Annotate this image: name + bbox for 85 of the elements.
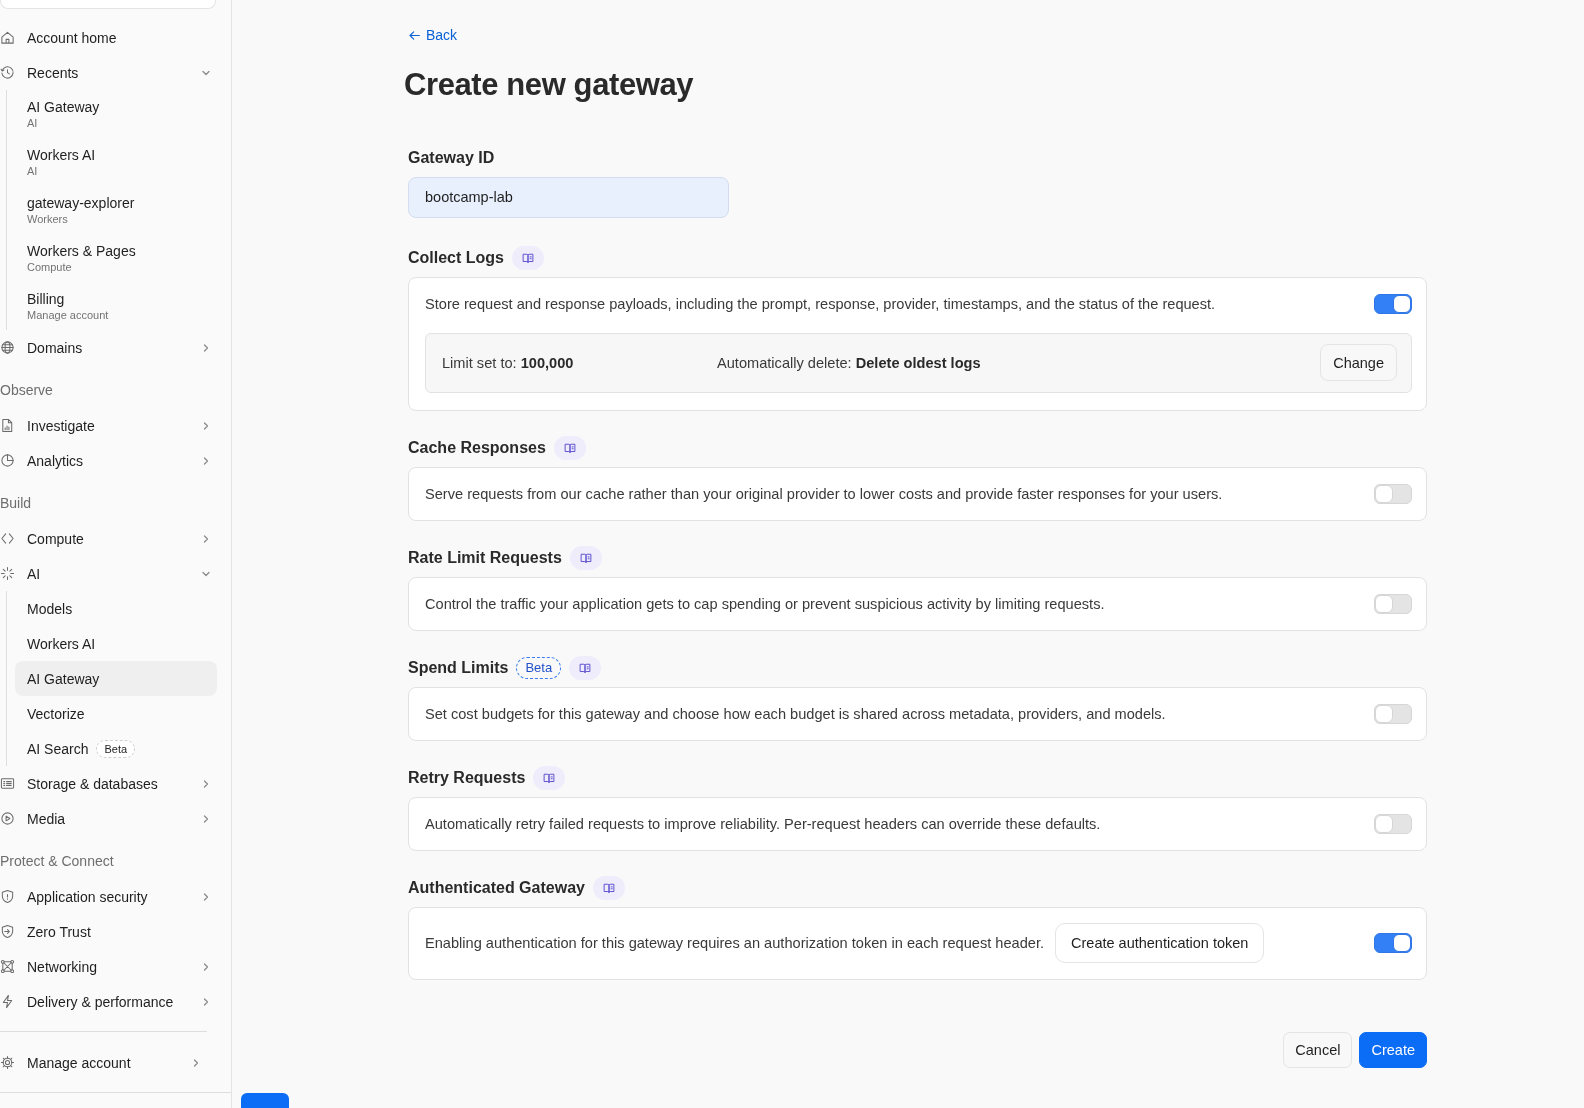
nav-item[interactable]: Workers AI <box>15 626 217 661</box>
book-icon[interactable] <box>569 655 602 680</box>
nav-item[interactable]: Investigate <box>0 408 217 443</box>
nav-item[interactable]: Compute <box>0 521 217 556</box>
nav-item[interactable]: Manage account <box>0 1045 207 1080</box>
setting-description: Store request and response payloads, including the prompt, response, provider, timestamps, and the status of the request. <box>425 294 1216 314</box>
chevron-right-icon[interactable] <box>201 420 211 431</box>
section-title: Retry Requests <box>408 767 526 788</box>
shield-icon <box>0 889 15 904</box>
change-button[interactable]: Change <box>1320 344 1397 381</box>
nav-item[interactable]: Storage & databases <box>0 766 217 801</box>
book-icon[interactable] <box>569 545 602 570</box>
chevron-right-icon[interactable] <box>191 1057 201 1068</box>
nav-item[interactable]: Zero Trust <box>0 914 217 949</box>
nav-item[interactable]: AI Gateway AI <box>15 90 217 138</box>
floating-button[interactable] <box>241 1093 289 1108</box>
chevron-right-icon[interactable] <box>201 891 211 902</box>
arrow-left-icon <box>408 28 421 42</box>
limit-text: Limit set to: 100,000 <box>442 354 575 371</box>
nav-item[interactable]: Recents <box>0 55 217 90</box>
section-title: Spend Limits <box>408 657 509 678</box>
input-field[interactable] <box>0 0 216 9</box>
gateway-id-input[interactable]: bootcamp-lab <box>408 176 729 218</box>
book-icon[interactable] <box>512 245 544 270</box>
section-title: Authenticated Gateway <box>408 877 585 898</box>
network-icon <box>0 959 15 974</box>
book-icon[interactable] <box>592 875 625 900</box>
pie-chart-icon <box>0 453 15 468</box>
page-title: Create new gateway <box>404 65 695 104</box>
nav-item[interactable]: Workers AI AI <box>15 138 217 186</box>
chevron-right-icon[interactable] <box>201 996 211 1007</box>
chevron-right-icon[interactable] <box>201 342 211 353</box>
nav-item[interactable]: Media <box>0 801 217 836</box>
setting-description: Control the traffic your application gets to cap spending or prevent suspicious activity by limiting requests. <box>425 594 1105 614</box>
section-title: Collect Logs <box>408 247 504 268</box>
home-icon <box>0 30 15 45</box>
section-heading: Observe <box>0 381 54 400</box>
cancel-button[interactable]: Cancel <box>1283 1031 1353 1068</box>
toggle-switch[interactable] <box>1374 293 1412 314</box>
setting-description: Serve requests from our cache rather than your original provider to lower costs and provide faster responses for your users. <box>425 484 1223 504</box>
setting-description: Set cost budgets for this gateway and choose how each budget is shared across metadata, providers, and models. <box>425 704 1166 724</box>
nav-item[interactable]: Delivery & performance <box>0 984 217 1019</box>
list-icon <box>0 776 15 791</box>
setting-description: Enabling authentication for this gateway requires an authorization token in each request header. <box>425 934 1045 953</box>
book-icon[interactable] <box>533 765 566 790</box>
chevron-right-icon[interactable] <box>201 455 211 466</box>
nav-item[interactable]: Models <box>15 591 217 626</box>
nav-item[interactable]: Domains <box>0 330 217 365</box>
lightning-icon <box>0 994 15 1009</box>
document-chart-icon <box>0 418 15 433</box>
nav-item[interactable]: Vectorize <box>15 696 217 731</box>
chevron-right-icon[interactable] <box>201 813 211 824</box>
code-icon <box>0 531 15 546</box>
beta-badge: Beta <box>96 739 136 758</box>
nav-item[interactable]: AI Search Beta <box>15 731 217 766</box>
back-link[interactable]: Back <box>408 25 458 45</box>
auto-delete-text: Automatically delete: Delete oldest logs <box>717 354 981 371</box>
nav-item[interactable]: AI <box>0 556 217 591</box>
nav-item[interactable]: AI Gateway <box>15 661 217 696</box>
sparkle-icon <box>0 566 15 581</box>
nav-item[interactable]: Billing Manage account <box>15 282 217 330</box>
clock-icon <box>0 65 15 80</box>
section-heading: Build <box>0 494 33 513</box>
chevron-right-icon[interactable] <box>201 778 211 789</box>
book-icon[interactable] <box>553 435 586 460</box>
section-title: Cache Responses <box>408 437 546 458</box>
shield-arrow-icon <box>0 924 15 939</box>
chevron-right-icon[interactable] <box>201 961 211 972</box>
setting-description: Automatically retry failed requests to improve reliability. Per-request headers can override these defaults. <box>425 814 1101 834</box>
toggle-switch[interactable] <box>1374 933 1412 953</box>
settings-icon <box>0 1055 15 1070</box>
chevron-right-icon[interactable] <box>201 533 211 544</box>
nav-item[interactable]: Application security <box>0 879 217 914</box>
section-heading: Protect & Connect <box>0 852 115 871</box>
create-button[interactable]: Create <box>1359 1031 1427 1068</box>
play-icon <box>0 811 15 826</box>
nav-item[interactable]: gateway-explorer Workers <box>15 186 217 234</box>
section-title: Rate Limit Requests <box>408 547 562 568</box>
nav-item[interactable]: Workers & Pages Compute <box>15 234 217 282</box>
nav-item[interactable]: Account home <box>0 20 217 55</box>
nav-item[interactable]: Analytics <box>0 443 217 478</box>
create-token-button[interactable]: Create authentication token <box>1055 923 1265 963</box>
nav-item[interactable]: Networking <box>0 949 217 984</box>
field-label: Gateway ID <box>408 147 496 168</box>
globe-icon <box>0 340 15 355</box>
